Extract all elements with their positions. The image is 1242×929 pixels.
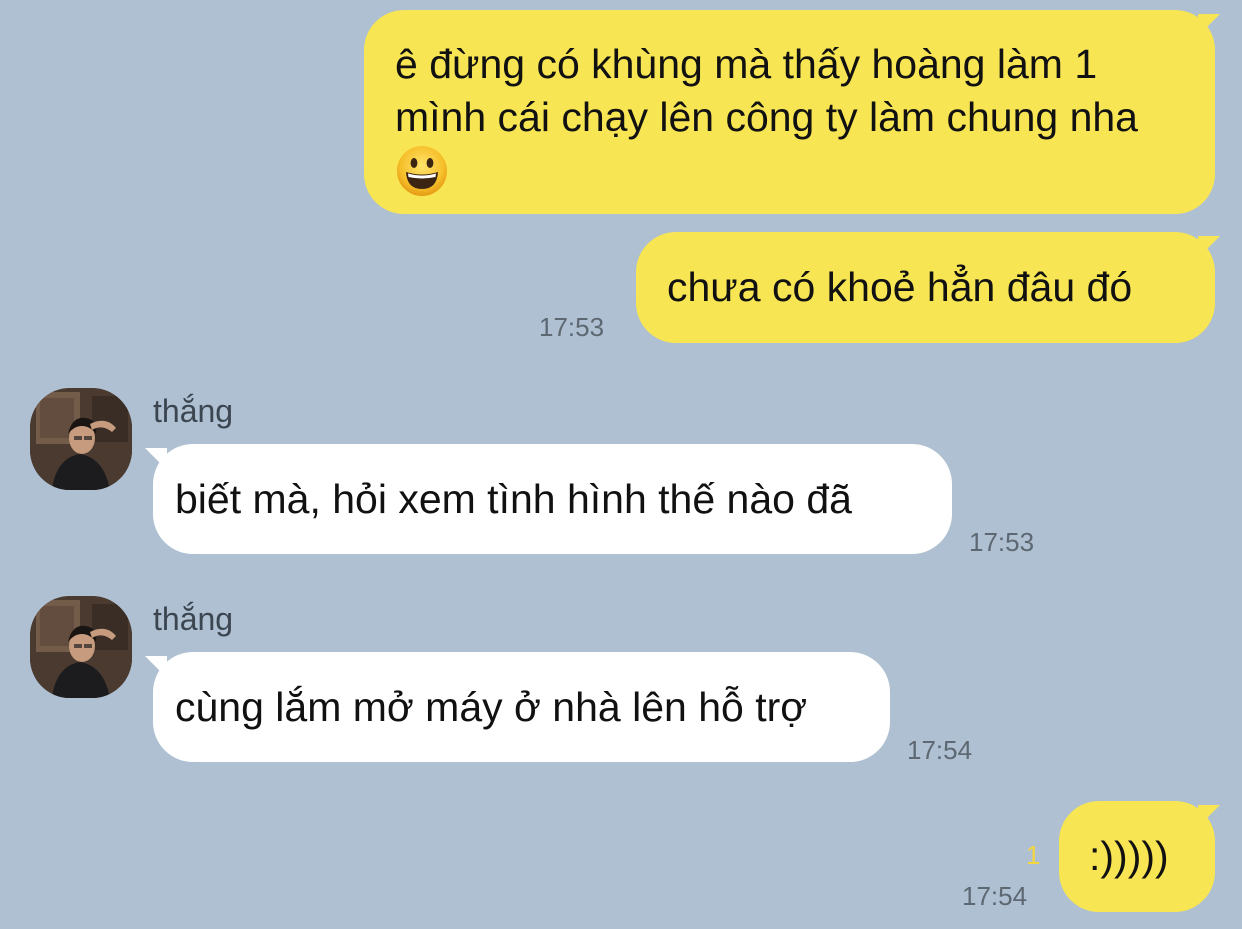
sender-name: thắng (153, 393, 234, 429)
message-text: biết mà, hỏi xem tình hình thế nào đã (175, 476, 852, 522)
grinning-face-icon (397, 146, 447, 196)
person-photo-icon (30, 388, 132, 490)
outgoing-message[interactable]: :))))) (1059, 801, 1215, 912)
message-text: cùng lắm mở máy ở nhà lên hỗ trợ (175, 684, 808, 730)
outgoing-message[interactable]: chưa có khoẻ hẳn đâu đó (636, 232, 1215, 343)
message-text: ê đừng có khùng mà thấy hoàng làm 1 mình… (395, 41, 1138, 140)
message-text: :))))) (1089, 833, 1169, 879)
message-timestamp: 17:54 (907, 735, 973, 765)
avatar[interactable] (30, 596, 132, 698)
unread-count: 1 (1026, 840, 1041, 870)
message-text: chưa có khoẻ hẳn đâu đó (667, 264, 1133, 310)
person-photo-icon (30, 596, 132, 698)
message-timestamp: 17:54 (962, 881, 1028, 911)
sender-name: thắng (153, 601, 234, 637)
avatar[interactable] (30, 388, 132, 490)
message-timestamp: 17:53 (539, 312, 605, 342)
incoming-message[interactable]: biết mà, hỏi xem tình hình thế nào đã (153, 444, 952, 554)
incoming-message[interactable]: cùng lắm mở máy ở nhà lên hỗ trợ (153, 652, 890, 762)
message-timestamp: 17:53 (969, 527, 1035, 557)
chat-thread: ê đừng có khùng mà thấy hoàng làm 1 mình… (0, 0, 1242, 929)
outgoing-message[interactable]: ê đừng có khùng mà thấy hoàng làm 1 mình… (364, 10, 1215, 214)
